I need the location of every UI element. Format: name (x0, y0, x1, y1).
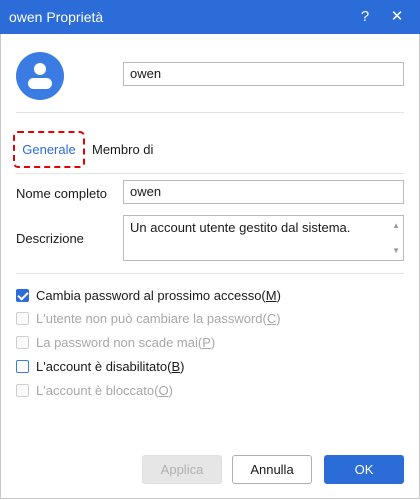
user-icon-head (34, 63, 46, 75)
checkbox (16, 312, 29, 325)
checkbox (16, 384, 29, 397)
dialog-frame (0, 34, 420, 499)
description-scrollbar[interactable]: ▲ ▼ (387, 216, 403, 260)
tab-divider (16, 173, 404, 174)
user-icon (16, 52, 64, 100)
full-name-field[interactable]: owen (123, 180, 404, 204)
scroll-up-icon[interactable]: ▲ (392, 221, 400, 230)
checkbox-label: L'utente non può cambiare la password(C) (36, 311, 281, 326)
checkbox (16, 336, 29, 349)
ok-button[interactable]: OK (324, 455, 404, 484)
help-icon[interactable]: ? (352, 5, 378, 29)
description-field[interactable]: Un account utente gestito dal sistema. ▲… (123, 215, 404, 261)
description-label: Descrizione (16, 231, 84, 246)
full-name-label: Nome completo (16, 186, 108, 201)
tab-general[interactable]: Generale (13, 131, 85, 168)
tab-member-of[interactable]: Membro di (92, 142, 153, 157)
window-title: owen Proprietà (9, 9, 104, 25)
close-icon[interactable]: ✕ (384, 5, 410, 29)
account-name-field[interactable]: owen (123, 62, 404, 86)
checkbox[interactable] (16, 360, 29, 373)
scroll-down-icon[interactable]: ▼ (392, 246, 400, 255)
description-text: Un account utente gestito dal sistema. (130, 220, 351, 235)
title-bar: owen Proprietà ? ✕ (0, 0, 420, 34)
checkbox-label: L'account è disabilitato(B) (36, 359, 185, 374)
top-divider (16, 112, 404, 113)
apply-button[interactable]: Applica (142, 455, 222, 484)
options-divider (16, 273, 404, 274)
checkbox-label: Cambia password al prossimo accesso(M) (36, 288, 281, 303)
checkbox-label: La password non scade mai(P) (36, 335, 216, 350)
user-icon-body (28, 78, 52, 89)
checkbox-label: L'account è bloccato(O) (36, 383, 173, 398)
checkbox[interactable] (16, 289, 29, 302)
cancel-button[interactable]: Annulla (232, 455, 312, 484)
